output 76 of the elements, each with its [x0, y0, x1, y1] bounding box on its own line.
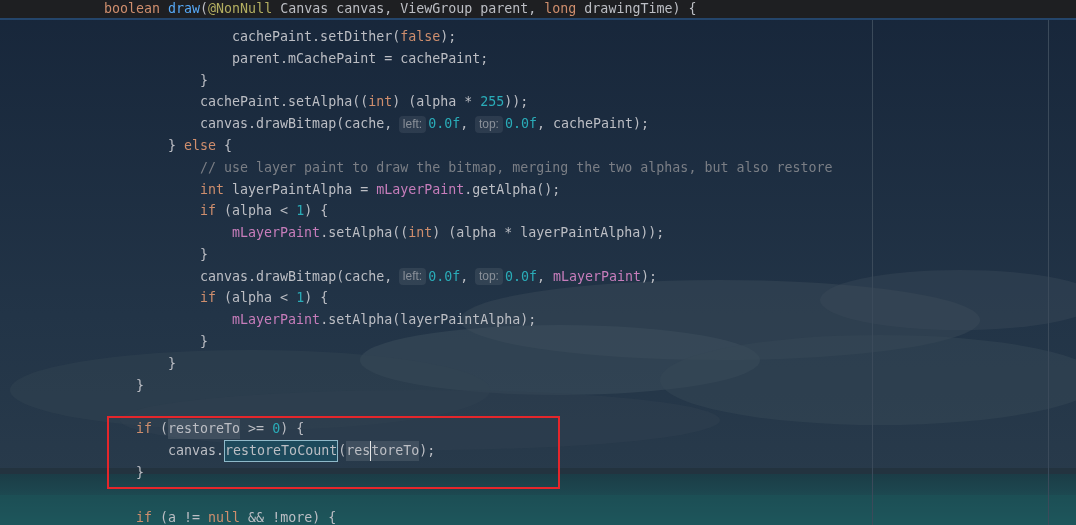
code-text: .setAlpha(layerPaintAlpha); — [320, 311, 537, 330]
number-literal: 1 — [296, 289, 305, 308]
code-text: )); — [504, 93, 529, 112]
code-text: ) (alpha * layerPaintAlpha)); — [432, 224, 665, 243]
code-text: } — [136, 376, 145, 395]
code-text: .setAlpha(( — [320, 224, 409, 243]
keyword: null — [208, 509, 241, 525]
code-text: ) { — [280, 420, 305, 439]
field-name: mLayerPaint — [232, 311, 321, 330]
code-text: } — [200, 245, 209, 264]
identifier-usage: toreTo — [370, 441, 420, 461]
code-text: canvas.drawBitmap(cache, — [200, 267, 393, 286]
code-text: canvas.drawBitmap(cache, — [200, 115, 393, 134]
number-literal: 0.0f — [504, 115, 537, 134]
code-text: } — [168, 354, 177, 373]
code-text: && !more) { — [248, 509, 337, 525]
code-text: (a != — [160, 509, 202, 525]
code-text: ) { — [304, 202, 329, 221]
identifier-usage: restoreTo — [168, 419, 241, 440]
keyword: boolean — [104, 0, 161, 19]
inlay-hint: left: — [398, 268, 427, 286]
selected-identifier: restoreToCount — [224, 440, 339, 462]
number-literal: 1 — [296, 202, 305, 221]
keyword: long — [544, 0, 577, 19]
inlay-hint: left: — [398, 115, 427, 133]
keyword: int — [368, 93, 393, 112]
keyword: if — [200, 289, 217, 308]
keyword: else — [184, 136, 217, 155]
code-text: .getAlpha(); — [464, 180, 561, 199]
method-name: draw — [168, 0, 201, 19]
inlay-hint: top: — [474, 115, 503, 133]
code-text: ) { — [304, 289, 329, 308]
code-text: } — [200, 71, 209, 90]
identifier-usage: res — [346, 441, 371, 461]
code-text: drawingTime) { — [584, 0, 697, 19]
code-text: ( — [160, 420, 169, 439]
code-text: (alpha < — [224, 202, 290, 221]
code-text: } — [136, 463, 145, 482]
code-text: Canvas canvas, ViewGroup parent, — [280, 0, 537, 19]
code-text: { — [224, 136, 233, 155]
number-literal: 0.0f — [504, 267, 537, 286]
keyword: int — [200, 180, 225, 199]
code-text: ); — [419, 442, 436, 461]
code-text: , — [536, 267, 545, 286]
code-text: , — [460, 267, 469, 286]
field-name: mLayerPaint — [232, 224, 321, 243]
code-text: (alpha < — [224, 289, 290, 308]
number-literal: 0.0f — [428, 267, 461, 286]
number-literal: 0.0f — [428, 115, 461, 134]
code-text: >= — [248, 420, 265, 439]
code-comment: // use layer paint to draw the bitmap, merging the two alphas, but also restore — [200, 158, 833, 177]
code-text: ); — [641, 267, 658, 286]
code-text: ); — [440, 27, 457, 46]
code-text: canvas. — [168, 442, 225, 461]
code-text: , cachePaint); — [536, 115, 650, 134]
number-literal: 0 — [272, 420, 281, 439]
code-text: , — [460, 115, 469, 134]
keyword: int — [408, 224, 433, 243]
keyword: if — [200, 202, 217, 221]
code-text: cachePaint.setDither( — [232, 27, 401, 46]
code-text: ) (alpha * — [392, 93, 474, 112]
code-text: ( — [200, 0, 209, 19]
code-text: ( — [338, 442, 347, 461]
keyword: false — [400, 27, 441, 46]
code-text: } — [200, 333, 209, 352]
code-text: parent.mCachePaint = cachePaint; — [232, 49, 489, 68]
code-text: cachePaint.setAlpha(( — [200, 93, 369, 112]
field-name: mLayerPaint — [376, 180, 465, 199]
code-text: layerPaintAlpha = — [232, 180, 370, 199]
code-text: } — [168, 136, 177, 155]
field-name: mLayerPaint — [553, 267, 642, 286]
keyword: if — [136, 420, 153, 439]
keyword: if — [136, 509, 153, 525]
inlay-hint: top: — [474, 268, 503, 286]
number-literal: 255 — [480, 93, 505, 112]
annotation: @NonNull — [208, 0, 273, 19]
